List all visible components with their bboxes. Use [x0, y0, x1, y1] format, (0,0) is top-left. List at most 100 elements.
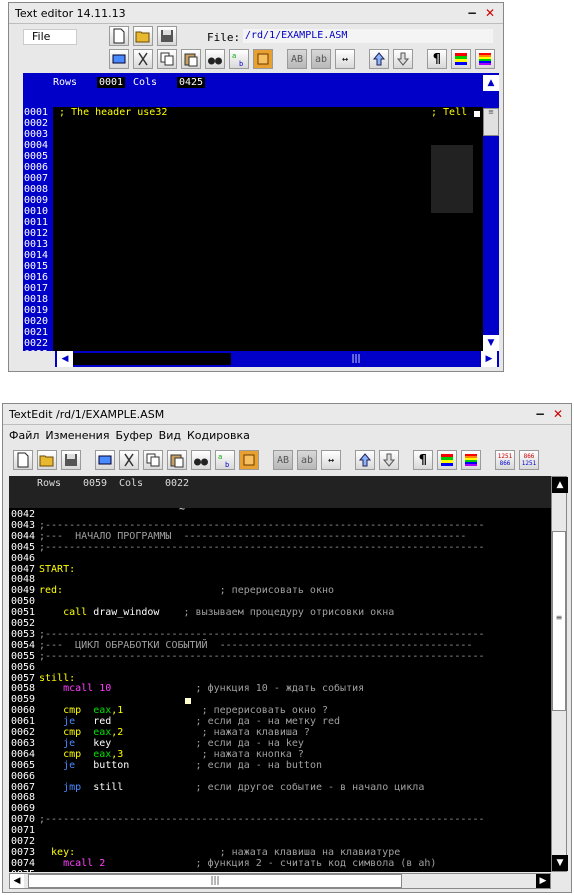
- code-line: 0074 mcall 2 ; функция 2 - считать код с…: [9, 858, 549, 869]
- move-up-icon[interactable]: [355, 450, 375, 470]
- menu-encoding[interactable]: Кодировка: [187, 429, 250, 442]
- code-token: eax: [93, 705, 112, 717]
- file-path-field[interactable]: /rd/1/EXAMPLE.ASM: [243, 29, 493, 43]
- move-down-icon[interactable]: [379, 450, 399, 470]
- scroll-down-button[interactable]: ▼: [483, 335, 499, 351]
- find-binoculars-icon[interactable]: [205, 49, 225, 69]
- paste-icon[interactable]: [167, 450, 187, 470]
- scroll-thumb[interactable]: ≡: [483, 108, 499, 136]
- scroll-left-button[interactable]: ◀: [57, 351, 73, 367]
- open-folder-icon[interactable]: [133, 26, 153, 46]
- hscroll-thumb[interactable]: |||: [231, 352, 481, 366]
- scroll-thumb[interactable]: ≡: [552, 531, 566, 711]
- scroll-up-button[interactable]: ▲: [483, 75, 499, 91]
- code-token: red:: [39, 585, 64, 597]
- copy-icon[interactable]: [143, 450, 163, 470]
- select-all-icon[interactable]: [109, 49, 129, 69]
- code-line: 0072: [9, 836, 549, 847]
- code-line: 0054 ;--- ЦИКЛ ОБРАБОТКИ СОБЫТИЙ --------…: [9, 640, 549, 651]
- close-button[interactable]: ✕: [483, 6, 497, 20]
- line-number: 0065: [11, 759, 36, 771]
- code-token: red: [75, 716, 112, 728]
- scrollbar-vertical[interactable]: ▲ ≡ ▼: [483, 73, 499, 351]
- key-words-icon[interactable]: [239, 450, 259, 470]
- uppercase-icon[interactable]: AB: [287, 49, 307, 69]
- save-icon[interactable]: [61, 450, 81, 470]
- line-number: 0071: [11, 825, 36, 837]
- line-number: 0011: [24, 217, 49, 228]
- scrollbar-vertical[interactable]: ▲ ≡ ▼: [551, 476, 568, 872]
- code-token: eax: [93, 727, 112, 738]
- menu-file[interactable]: Файл: [9, 429, 39, 442]
- menu-buffer[interactable]: Буфер: [115, 429, 152, 442]
- svg-text:a: a: [218, 453, 222, 461]
- save-icon[interactable]: [157, 26, 177, 46]
- syntax-colors-icon[interactable]: [437, 450, 457, 470]
- line-number: 0069: [11, 803, 36, 815]
- code-line: 0071: [9, 825, 549, 836]
- menu-file[interactable]: File: [23, 29, 77, 45]
- code-token: ; если да - на button: [129, 759, 322, 771]
- code-editor[interactable]: ~ 0042 0043 ;-----------------------------…: [9, 508, 551, 872]
- code-token: ;--- НАЧАЛО ПРОГРАММЫ ------------------…: [39, 530, 467, 542]
- scroll-down-button[interactable]: ▼: [552, 855, 568, 871]
- code-editor[interactable]: ; The header use32 ; Tell 0001 0002 0003 00…: [23, 107, 483, 351]
- lowercase-icon[interactable]: ab: [297, 450, 317, 470]
- minimize-button[interactable]: −: [533, 407, 547, 421]
- scroll-up-button[interactable]: ▲: [552, 477, 568, 493]
- paste-icon[interactable]: [181, 49, 201, 69]
- select-all-icon[interactable]: [95, 450, 115, 470]
- uppercase-icon[interactable]: AB: [273, 450, 293, 470]
- hscroll-thumb[interactable]: |||: [28, 874, 402, 888]
- open-folder-icon[interactable]: [37, 450, 57, 470]
- key-words-icon[interactable]: [253, 49, 273, 69]
- new-file-icon[interactable]: [13, 450, 33, 470]
- menu-bar: Файл Изменения Буфер Вид Кодировка: [3, 425, 571, 445]
- cut-icon[interactable]: [133, 49, 153, 69]
- swap-case-icon[interactable]: ↔: [335, 49, 355, 69]
- new-file-icon[interactable]: [109, 26, 129, 46]
- find-binoculars-icon[interactable]: [191, 450, 211, 470]
- replace-icon[interactable]: ab: [215, 450, 235, 470]
- toolbar-edit: ab AB ab ↔ ¶: [109, 49, 499, 69]
- codepage-866-to-1251-button[interactable]: 866 1251: [519, 450, 539, 470]
- code-line: 0069: [9, 803, 549, 814]
- color-scheme-icon[interactable]: [461, 450, 481, 470]
- color-scheme-icon[interactable]: [475, 49, 495, 69]
- pilcrow-icon[interactable]: ¶: [427, 49, 447, 69]
- replace-icon[interactable]: ab: [229, 49, 249, 69]
- line-number: 0066: [11, 770, 36, 782]
- syntax-colors-icon[interactable]: [451, 49, 471, 69]
- line-number: 0005: [24, 151, 49, 162]
- pilcrow-icon[interactable]: ¶: [413, 450, 433, 470]
- line-number: 0007: [24, 173, 49, 184]
- title-bar[interactable]: Text editor 14.11.13 − ✕: [9, 3, 503, 24]
- code-line: 0067 jmp still ; если другое событие - в…: [9, 782, 549, 793]
- swap-case-icon[interactable]: ↔: [321, 450, 341, 470]
- scrollbar-horizontal[interactable]: ◀ ||| ▶: [9, 873, 551, 889]
- selection-block: [431, 145, 473, 213]
- scroll-right-button[interactable]: ▶: [536, 874, 550, 888]
- move-down-icon[interactable]: [393, 49, 413, 69]
- title-bar[interactable]: TextEdit /rd/1/EXAMPLE.ASM − ✕: [3, 404, 571, 425]
- menu-edit[interactable]: Изменения: [45, 429, 109, 442]
- code-text: je red ; если да - на метку red: [39, 716, 340, 727]
- minimize-button[interactable]: −: [465, 6, 479, 20]
- codepage-1251-to-866-button[interactable]: 1251 866: [495, 450, 515, 470]
- menu-view[interactable]: Вид: [159, 429, 181, 442]
- cut-icon[interactable]: [119, 450, 139, 470]
- scroll-right-button[interactable]: ▶: [481, 351, 497, 367]
- code-token: ; нажата клавиша на клавиатуре: [75, 846, 401, 858]
- scrollbar-horizontal[interactable]: ◀ ||| ▶: [55, 351, 499, 367]
- code-text: ;--- НАЧАЛО ПРОГРАММЫ ------------------…: [39, 531, 466, 542]
- close-button[interactable]: ✕: [551, 407, 565, 421]
- lowercase-icon[interactable]: ab: [311, 49, 331, 69]
- line-number: 0055: [11, 650, 36, 662]
- copy-icon[interactable]: [157, 49, 177, 69]
- move-up-icon[interactable]: [369, 49, 389, 69]
- scroll-left-button[interactable]: ◀: [10, 874, 24, 888]
